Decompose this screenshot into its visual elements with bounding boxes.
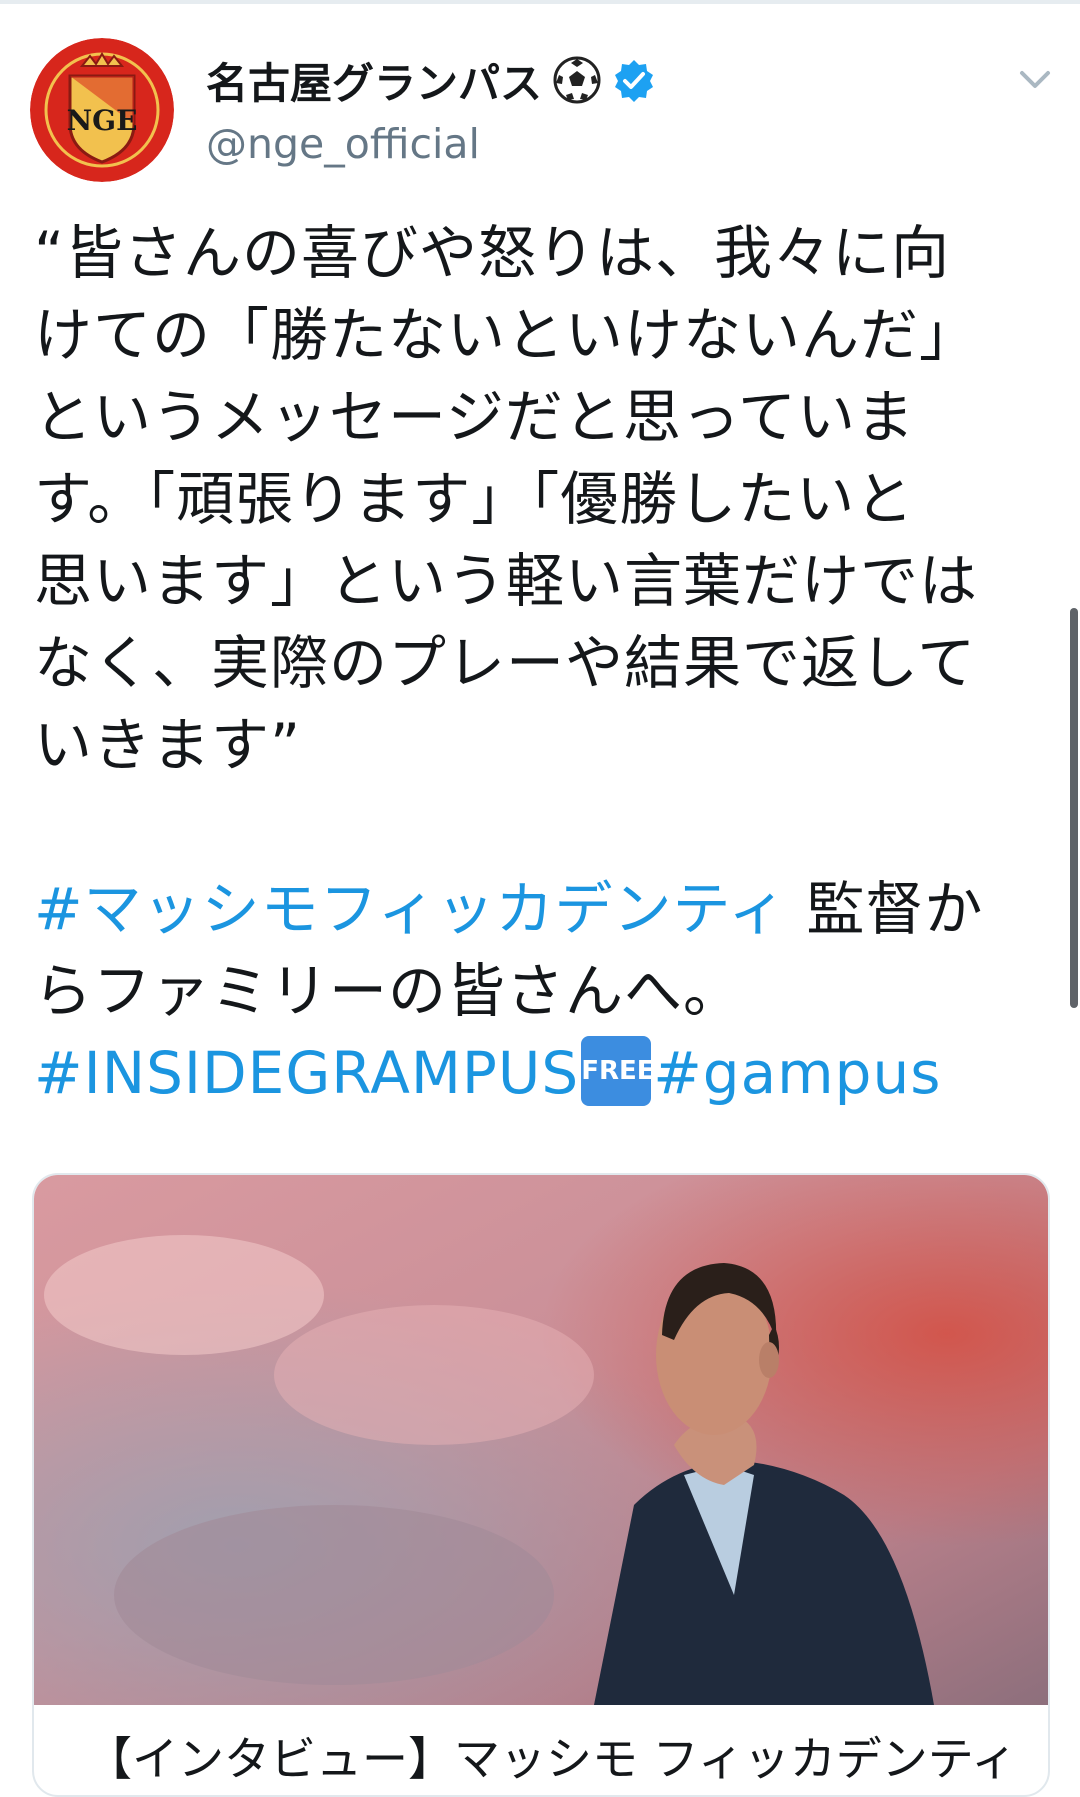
tweet-line: らファミリーの皆さんへ。 (34, 957, 743, 1025)
scrollbar[interactable] (1070, 608, 1078, 1008)
chevron-down-icon[interactable] (1014, 58, 1056, 100)
free-emoji-badge: FREE (581, 1035, 655, 1106)
link-preview-card[interactable]: 【インタビュー】マッシモ フィッカデンティ (32, 1173, 1050, 1797)
display-name-text: 名古屋グランパス (206, 58, 543, 108)
tweet-text: “皆さんの喜びや怒りは、我々に向 けての「勝たないといけないんだ」 というメッセ… (34, 212, 1044, 1114)
hashtag-gampus-link[interactable]: #gampus (653, 1039, 941, 1107)
crest-icon: NGE (30, 38, 174, 182)
svg-text:NGE: NGE (67, 104, 138, 137)
tweet-line: #INSIDEGRAMPUSFREE#gampus (34, 1032, 1044, 1114)
card-image (34, 1175, 1048, 1705)
tweet-line: というメッセージだと思っていま (34, 383, 915, 451)
tweet-line: いきます” (34, 711, 302, 779)
tweet-text-segment: 監督か (786, 875, 984, 943)
tweet-line: “皆さんの喜びや怒りは、我々に向 (34, 219, 951, 287)
tweet-line: 思います」という軽い言葉だけでは (34, 547, 979, 615)
top-divider (0, 0, 1080, 4)
verified-badge-icon (615, 60, 654, 102)
soccer-ball-icon (553, 56, 601, 104)
hashtag-insidegrampus-link[interactable]: #INSIDEGRAMPUS (34, 1039, 579, 1107)
tweet-line: けての「勝たないといけないんだ」 (34, 301, 979, 369)
author-handle[interactable]: @nge_official (206, 120, 480, 168)
hashtag-massimo-link[interactable]: #マッシモフィッカデンティ (34, 875, 787, 943)
tweet-line: #マッシモフィッカデンティ 監督か (34, 868, 1044, 950)
coach-photo-icon (34, 1175, 1048, 1705)
tweet-line: なく、実際のプレーや結果で返して (34, 629, 977, 697)
avatar[interactable]: NGE (30, 38, 174, 182)
author-display-name[interactable]: 名古屋グランパス (206, 52, 656, 108)
tweet-line: す。「頑張ります」「優勝したいと (34, 465, 915, 533)
card-title: 【インタビュー】マッシモ フィッカデンティ (86, 1732, 1017, 1786)
